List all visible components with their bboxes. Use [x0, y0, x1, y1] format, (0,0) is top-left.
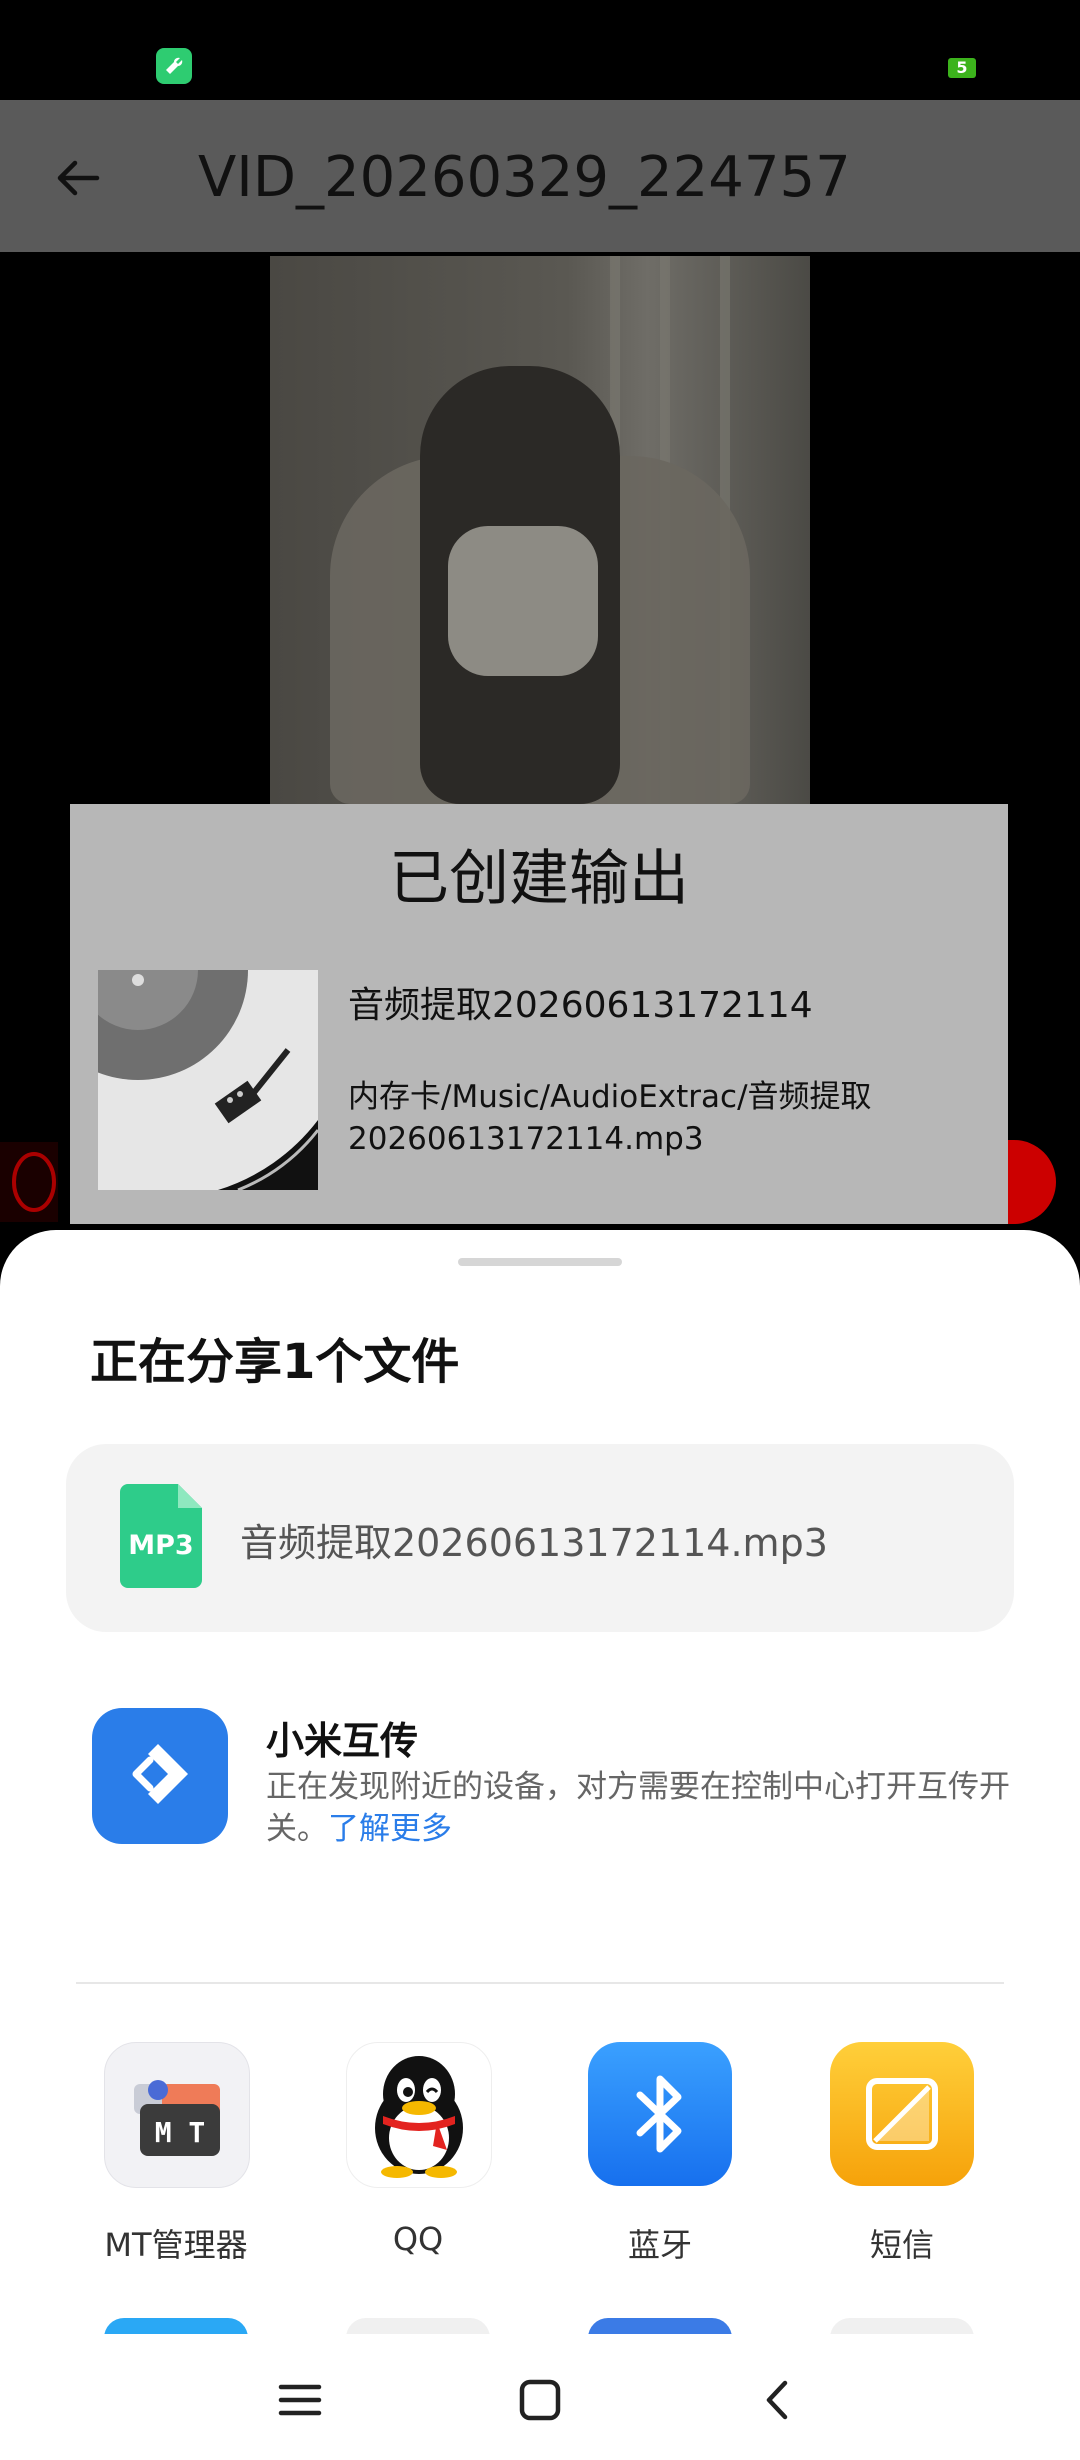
left-record-control [0, 1142, 58, 1222]
wrench-icon [156, 48, 192, 84]
app-label: 短信 [869, 2226, 934, 2264]
output-filename: 音频提取20260613172114 [348, 985, 813, 1026]
home-button[interactable] [500, 2360, 580, 2440]
share-sheet-title: 正在分享1个文件 [90, 1334, 460, 1390]
bluetooth-icon [588, 2042, 732, 2186]
sms-icon [830, 2042, 974, 2186]
divider [76, 1982, 1004, 1984]
arrow-left-icon [57, 160, 100, 196]
mi-share-title: 小米互传 [266, 1719, 419, 1763]
app-bluetooth[interactable]: 蓝牙 [556, 2042, 756, 2282]
dialog-title: 已创建输出 [389, 844, 689, 914]
mp3-icon-text: MP3 [128, 1530, 193, 1561]
sheet-drag-handle[interactable] [458, 1258, 622, 1266]
mi-share-icon[interactable] [92, 1708, 228, 1844]
turntable-image [98, 970, 318, 1190]
video-preview[interactable] [270, 256, 810, 804]
qq-penguin-icon [346, 2042, 492, 2188]
app-label: 蓝牙 [627, 2226, 692, 2264]
back-icon [766, 2380, 788, 2420]
back-nav-button[interactable] [738, 2360, 818, 2440]
mi-share-description: 正在发现附近的设备，对方需要在控制中心打开互传开关。了解更多 [266, 1766, 1026, 1850]
back-button[interactable] [40, 140, 116, 216]
mp3-file-icon: MP3 [120, 1484, 202, 1588]
app-label: MT管理器 [104, 2226, 248, 2264]
app-mt-manager[interactable]: M T MT管理器 [72, 2042, 272, 2282]
shared-file-name: 音频提取20260613172114.mp3 [240, 1521, 828, 1565]
learn-more-link[interactable]: 了解更多 [328, 1811, 452, 1847]
home-icon [519, 2379, 561, 2421]
mt-manager-icon: M T [104, 2042, 250, 2188]
app-sms[interactable]: 短信 [798, 2042, 998, 2282]
app-label: QQ [392, 2220, 444, 2258]
video-title: VID_20260329_224757 [198, 145, 851, 210]
output-path: 内存卡/Music/AudioExtrac/音频提取20260613172114… [348, 1079, 872, 1157]
menu-icon [278, 2384, 322, 2416]
mt-icon-text: M T [155, 2116, 206, 2149]
battery-indicator: 5 [948, 58, 976, 78]
menu-button[interactable] [260, 2360, 340, 2440]
app-qq[interactable]: QQ [314, 2042, 514, 2282]
